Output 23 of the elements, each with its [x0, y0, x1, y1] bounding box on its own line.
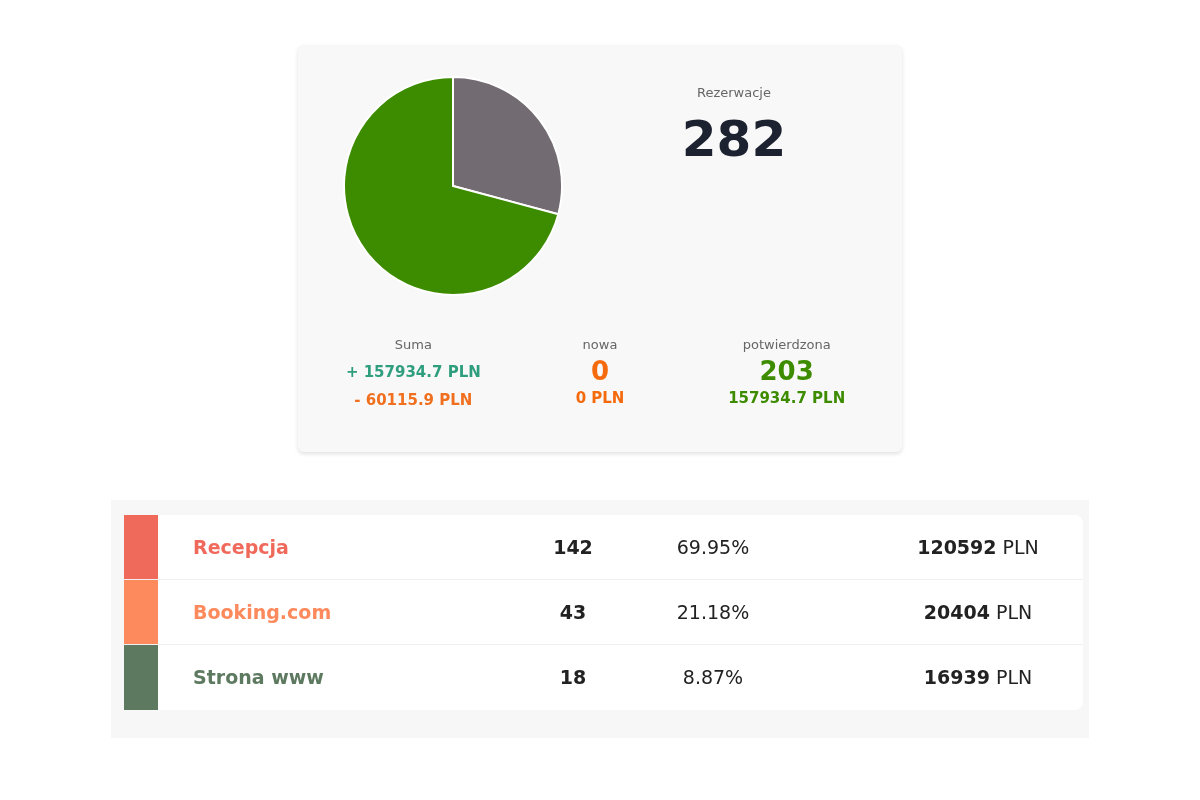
reservation-count: 282	[681, 108, 787, 169]
sum-amount: - 60115.9 PLN	[354, 390, 473, 411]
stat-count: 0	[590, 354, 610, 387]
amount: 120592 PLN	[916, 534, 1040, 560]
source-name: Booking.com	[193, 599, 333, 625]
share-percent: 69.95%	[675, 534, 751, 560]
stat-amount: 0 PLN	[575, 387, 625, 409]
share-percent: 8.87%	[681, 665, 745, 691]
stat-amount: 157934.7 PLN	[728, 387, 846, 409]
stat-label: Suma	[394, 336, 432, 354]
reservation-count: 43	[558, 599, 588, 625]
source-name: Recepcja	[193, 534, 290, 560]
share-percent: 21.18%	[675, 599, 751, 625]
stat-count: 203	[759, 354, 814, 387]
stat-label: potwierdzona	[742, 336, 831, 354]
source-name: Strona www	[193, 665, 325, 691]
amount: 16939 PLN	[922, 665, 1034, 691]
reservation-count: 142	[552, 534, 594, 560]
sum-amount: + 157934.7 PLN	[345, 361, 481, 383]
amount: 20404 PLN	[922, 599, 1034, 625]
stat-label: nowa	[582, 336, 618, 354]
reservation-count: 18	[558, 665, 588, 691]
card-title: Rezerwacje	[697, 84, 771, 102]
